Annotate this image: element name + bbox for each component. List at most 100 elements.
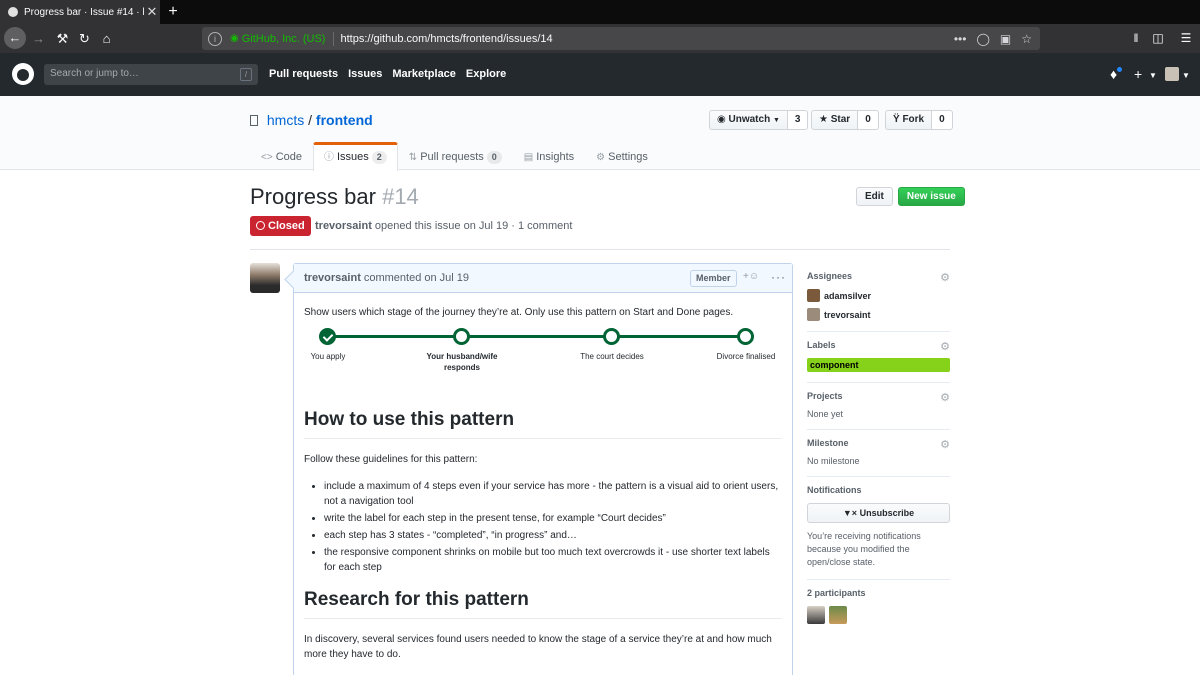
participants-heading: 2 participants bbox=[807, 588, 866, 598]
search-placeholder: Search or jump to… bbox=[50, 68, 139, 79]
list-item: each step has 3 states - “completed”, “i… bbox=[324, 528, 782, 543]
code-icon: <> bbox=[261, 152, 273, 163]
back-arrow-icon[interactable]: ← bbox=[4, 27, 26, 49]
github-favicon-icon bbox=[8, 7, 18, 17]
more-options-icon[interactable]: ··· bbox=[771, 270, 786, 284]
tab-issues-label: Issues bbox=[336, 151, 369, 163]
reload-icon[interactable]: ↻ bbox=[74, 28, 95, 49]
github-logo-icon[interactable] bbox=[12, 63, 34, 85]
step-marker bbox=[603, 328, 620, 345]
new-issue-button[interactable]: New issue bbox=[897, 187, 965, 206]
bookmark-star-icon[interactable]: ☆ bbox=[1021, 32, 1032, 46]
nav-issues[interactable]: Issues bbox=[348, 68, 382, 80]
list-item: write the label for each step in the pre… bbox=[324, 511, 782, 526]
assignees-heading[interactable]: Assignees bbox=[807, 271, 950, 281]
notifications-heading: Notifications bbox=[807, 485, 862, 495]
gear-icon[interactable]: ⚙ bbox=[940, 340, 950, 353]
milestone-heading[interactable]: Milestone bbox=[807, 438, 950, 448]
edit-button[interactable]: Edit bbox=[856, 187, 893, 206]
section-heading: How to use this pattern bbox=[304, 408, 782, 439]
info-icon[interactable]: i bbox=[208, 31, 222, 46]
search-shortcut-key: / bbox=[240, 68, 252, 81]
tab-issues[interactable]: ⓘ Issues 2 bbox=[312, 142, 398, 171]
watch-count[interactable]: 3 bbox=[787, 110, 809, 130]
gear-icon[interactable]: ⚙ bbox=[940, 271, 950, 284]
divider bbox=[250, 249, 950, 250]
browser-tab-active[interactable]: Progress bar · Issue #14 · hmcts ✕ bbox=[0, 0, 160, 24]
issue-author-link[interactable]: trevorsaint bbox=[315, 220, 372, 232]
home-icon[interactable]: ⌂ bbox=[96, 28, 117, 49]
star-button[interactable]: ★ Star bbox=[811, 110, 859, 130]
unwatch-button[interactable]: ◉ Unwatch ▼ bbox=[709, 110, 788, 130]
sidebar-notifications: Notifications ▼× Unsubscribe You’re rece… bbox=[807, 477, 950, 580]
step-label: Divorce finalised bbox=[716, 352, 776, 361]
labels-heading[interactable]: Labels bbox=[807, 340, 950, 350]
hamburger-menu-icon[interactable]: ☰ bbox=[1176, 28, 1196, 49]
tab-code[interactable]: <> Code bbox=[250, 142, 313, 170]
sidebar-milestone: Milestone ⚙ No milestone bbox=[807, 430, 950, 477]
page-actions-icon[interactable]: ••• bbox=[954, 32, 967, 46]
github-header: Search or jump to… / Pull requests Issue… bbox=[0, 53, 1200, 96]
comment-body: Show users which stage of the journey th… bbox=[294, 293, 792, 662]
gear-icon[interactable]: ⚙ bbox=[940, 391, 950, 404]
fork-icon: Ÿ bbox=[893, 114, 900, 125]
avatar bbox=[807, 289, 820, 302]
site-identity[interactable]: GitHub, Inc. (US) bbox=[242, 33, 326, 45]
address-bar[interactable]: i ◉ GitHub, Inc. (US) https://github.com… bbox=[202, 27, 1040, 50]
step-marker bbox=[737, 328, 754, 345]
forward-arrow-icon[interactable]: → bbox=[28, 28, 49, 49]
issue-closed-icon bbox=[256, 221, 265, 230]
add-reaction-icon[interactable]: +☺ bbox=[743, 271, 759, 282]
create-new-button[interactable]: + bbox=[1134, 66, 1142, 82]
repo-name-link[interactable]: frontend bbox=[316, 112, 373, 128]
close-tab-icon[interactable]: ✕ bbox=[144, 4, 160, 20]
user-avatar[interactable] bbox=[1165, 67, 1179, 81]
star-count[interactable]: 0 bbox=[858, 110, 879, 130]
avatar[interactable] bbox=[807, 606, 825, 624]
nav-marketplace[interactable]: Marketplace bbox=[392, 68, 456, 80]
star-group: ★ Star 0 bbox=[811, 110, 879, 130]
guidelines-intro: Follow these guidelines for this pattern… bbox=[304, 454, 478, 465]
section-heading: Research for this pattern bbox=[304, 588, 782, 619]
repo-separator: / bbox=[308, 112, 313, 128]
lightbulb-icon[interactable]: ◯ bbox=[976, 32, 989, 46]
assignee[interactable]: adamsilver bbox=[807, 289, 950, 302]
pocket-icon[interactable]: ▣ bbox=[1000, 32, 1011, 46]
projects-heading[interactable]: Projects bbox=[807, 391, 950, 401]
chevron-down-icon[interactable]: ▼ bbox=[1149, 71, 1157, 80]
new-tab-button[interactable]: + bbox=[164, 2, 182, 22]
label-component[interactable]: component bbox=[807, 358, 950, 372]
issues-count: 2 bbox=[371, 151, 387, 164]
participant-avatars bbox=[807, 606, 950, 624]
sidebar-icon[interactable]: ◫ bbox=[1148, 28, 1168, 49]
comment-timestamp[interactable]: commented on Jul 19 bbox=[364, 272, 469, 284]
fork-button[interactable]: Ÿ Fork bbox=[885, 110, 933, 130]
chevron-down-icon[interactable]: ▼ bbox=[1182, 71, 1190, 80]
wrench-icon[interactable]: ⚒ bbox=[52, 28, 73, 49]
url-text[interactable]: https://github.com/hmcts/frontend/issues… bbox=[340, 33, 953, 45]
issue-meta-text: opened this issue on Jul 19 · 1 comment bbox=[374, 220, 573, 232]
tab-pull-requests[interactable]: ⇅ Pull requests 0 bbox=[398, 142, 513, 170]
progress-bar-example: You apply Your husband/wife responds The… bbox=[304, 324, 782, 398]
nav-pull-requests[interactable]: Pull requests bbox=[269, 68, 338, 80]
step-marker bbox=[453, 328, 470, 345]
fork-count[interactable]: 0 bbox=[932, 110, 953, 130]
repo-owner-link[interactable]: hmcts bbox=[267, 112, 304, 128]
gear-icon[interactable]: ⚙ bbox=[940, 438, 950, 451]
graph-icon: ▤ bbox=[523, 152, 534, 163]
comment-author-link[interactable]: trevorsaint bbox=[304, 272, 361, 284]
search-input[interactable]: Search or jump to… / bbox=[44, 64, 258, 85]
sidebar-projects: Projects ⚙ None yet bbox=[807, 383, 950, 430]
tab-settings[interactable]: ⚙ Settings bbox=[585, 142, 659, 170]
repo-title: hmcts / frontend bbox=[250, 112, 373, 128]
unsubscribe-button[interactable]: ▼× Unsubscribe bbox=[807, 503, 950, 523]
avatar[interactable] bbox=[829, 606, 847, 624]
assignee[interactable]: trevorsaint bbox=[807, 308, 950, 321]
library-icon[interactable]: ‖ bbox=[1126, 28, 1146, 49]
unsubscribe-label: Unsubscribe bbox=[859, 508, 915, 518]
issue-title: Progress bar #14 bbox=[250, 184, 419, 210]
nav-explore[interactable]: Explore bbox=[466, 68, 506, 80]
author-avatar[interactable] bbox=[250, 263, 280, 293]
lock-icon[interactable]: ◉ bbox=[230, 33, 239, 44]
tab-insights[interactable]: ▤ Insights bbox=[513, 142, 585, 170]
